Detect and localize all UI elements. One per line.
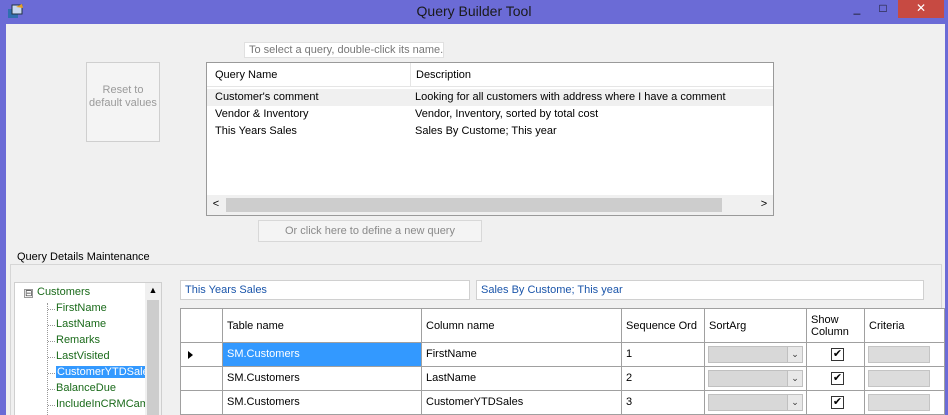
chevron-down-icon[interactable]: ⌄ xyxy=(787,371,802,386)
cell-table-name[interactable]: SM.Customers xyxy=(223,367,422,391)
header-label: SortArg xyxy=(709,319,747,332)
cell-sortarg[interactable]: ⌄ xyxy=(705,367,807,391)
query-name: Customer's comment xyxy=(215,91,319,103)
minimize-button[interactable]: _ xyxy=(846,0,868,18)
tree-item-label: LastName xyxy=(56,318,107,330)
scroll-thumb[interactable] xyxy=(226,198,722,212)
query-name: This Years Sales xyxy=(215,125,297,137)
chevron-down-icon[interactable]: ⌄ xyxy=(787,395,802,410)
collapse-icon[interactable]: ⊟ xyxy=(24,289,33,298)
client-area: To select a query, double-click its name… xyxy=(6,24,945,415)
query-list-hscrollbar[interactable]: < > xyxy=(207,195,773,215)
sortarg-combobox[interactable]: ⌄ xyxy=(708,346,803,363)
cell-sortarg[interactable]: ⌄ xyxy=(705,343,807,367)
cell-sequence[interactable]: 1 xyxy=(622,343,705,367)
tree-vscrollbar[interactable]: ▲ xyxy=(145,283,161,415)
cell-criteria[interactable] xyxy=(865,343,945,367)
query-name-field[interactable]: This Years Sales xyxy=(180,280,470,300)
column-header-description[interactable]: Description xyxy=(410,63,476,87)
query-columns-grid[interactable]: Table name Column name Sequence Ord Sort… xyxy=(180,308,945,415)
row-header-current[interactable] xyxy=(181,343,223,367)
query-row[interactable]: Vendor & Inventory Vendor, Inventory, so… xyxy=(207,106,773,123)
column-header-sequence[interactable]: Sequence Ord xyxy=(622,309,705,343)
cell-show-column[interactable]: ✔ xyxy=(807,367,865,391)
header-label: Column name xyxy=(426,319,495,332)
tree-connector xyxy=(48,373,55,374)
maximize-button[interactable]: □ xyxy=(872,0,894,18)
grid-corner xyxy=(181,309,223,343)
column-header-show-column[interactable]: Show Column xyxy=(807,309,865,343)
cell-sortarg[interactable]: ⌄ xyxy=(705,391,807,415)
query-list-header: Query Name Description xyxy=(207,63,773,87)
window-title: Query Builder Tool xyxy=(416,3,532,19)
header-label: Table name xyxy=(227,319,284,332)
sortarg-combobox[interactable]: ⌄ xyxy=(708,394,803,411)
query-name: Vendor & Inventory xyxy=(215,108,309,120)
tree-connector xyxy=(48,309,55,310)
close-button[interactable]: ✕ xyxy=(898,0,944,18)
column-header-table-name[interactable]: Table name xyxy=(223,309,422,343)
sortarg-combobox[interactable]: ⌄ xyxy=(708,370,803,387)
column-tree[interactable]: ⊟ Customers FirstName LastName Remarks L… xyxy=(14,282,162,415)
row-header[interactable] xyxy=(181,367,223,391)
header-label: Show Column xyxy=(811,313,849,338)
header-label: Sequence Ord xyxy=(626,319,697,332)
current-row-arrow-icon xyxy=(188,351,193,359)
reset-defaults-button[interactable]: Reset to default values xyxy=(86,62,160,142)
tree-connector xyxy=(48,341,55,342)
criteria-button[interactable] xyxy=(868,394,930,411)
query-description: Vendor, Inventory, sorted by total cost xyxy=(415,108,599,120)
tree-item-label: FirstName xyxy=(56,302,107,314)
header-label: Criteria xyxy=(869,319,905,332)
query-row[interactable]: Customer's comment Looking for all custo… xyxy=(207,89,773,106)
tree-connector xyxy=(48,325,55,326)
show-column-checkbox[interactable]: ✔ xyxy=(831,348,844,361)
cell-column-name[interactable]: FirstName xyxy=(422,343,622,367)
group-title: Query Details Maintenance xyxy=(14,251,153,263)
new-query-button[interactable]: Or click here to define a new query xyxy=(258,220,482,242)
scroll-up-icon[interactable]: ▲ xyxy=(145,285,161,299)
row-header[interactable] xyxy=(181,391,223,415)
cell-criteria[interactable] xyxy=(865,367,945,391)
tree-connector xyxy=(48,405,55,406)
column-header-criteria[interactable]: Criteria xyxy=(865,309,945,343)
column-header-query-name[interactable]: Query Name xyxy=(215,69,277,81)
cell-criteria[interactable] xyxy=(865,391,945,415)
tree-item-label: LastVisited xyxy=(56,350,110,362)
tree-node-customers[interactable]: ⊟ Customers xyxy=(15,285,145,301)
tree-item-label: Remarks xyxy=(56,334,101,346)
cell-sequence[interactable]: 3 xyxy=(622,391,705,415)
query-description: Looking for all customers with address w… xyxy=(415,91,726,103)
cell-show-column[interactable]: ✔ xyxy=(807,343,865,367)
column-header-column-name[interactable]: Column name xyxy=(422,309,622,343)
criteria-button[interactable] xyxy=(868,346,930,363)
scroll-thumb[interactable] xyxy=(147,300,159,415)
tree-connector xyxy=(48,357,55,358)
cell-column-name[interactable]: CustomerYTDSales xyxy=(422,391,622,415)
column-header-sortarg[interactable]: SortArg xyxy=(705,309,807,343)
tree-item-label: CustomerYTDSales xyxy=(56,366,156,378)
cell-table-name[interactable]: SM.Customers xyxy=(223,391,422,415)
cell-sequence[interactable]: 2 xyxy=(622,367,705,391)
cell-table-name[interactable]: SM.Customers xyxy=(223,343,422,367)
title-bar: Query Builder Tool _ □ ✕ xyxy=(0,0,948,24)
chevron-down-icon[interactable]: ⌄ xyxy=(787,347,802,362)
query-description-field[interactable]: Sales By Custome; This year xyxy=(476,280,924,300)
cell-show-column[interactable]: ✔ xyxy=(807,391,865,415)
query-row[interactable]: This Years Sales Sales By Custome; This … xyxy=(207,123,773,140)
scroll-right-icon[interactable]: > xyxy=(757,198,771,212)
show-column-checkbox[interactable]: ✔ xyxy=(831,372,844,385)
tree-root-label: Customers xyxy=(37,286,91,298)
tree-item-label: BalanceDue xyxy=(56,382,116,394)
show-column-checkbox[interactable]: ✔ xyxy=(831,396,844,409)
query-list-hint: To select a query, double-click its name… xyxy=(244,42,444,58)
query-list[interactable]: Query Name Description Customer's commen… xyxy=(206,62,774,216)
tree-connector xyxy=(47,303,48,415)
tree-connector xyxy=(48,389,55,390)
scroll-left-icon[interactable]: < xyxy=(209,198,223,212)
query-description: Sales By Custome; This year xyxy=(415,125,557,137)
cell-column-name[interactable]: LastName xyxy=(422,367,622,391)
criteria-button[interactable] xyxy=(868,370,930,387)
